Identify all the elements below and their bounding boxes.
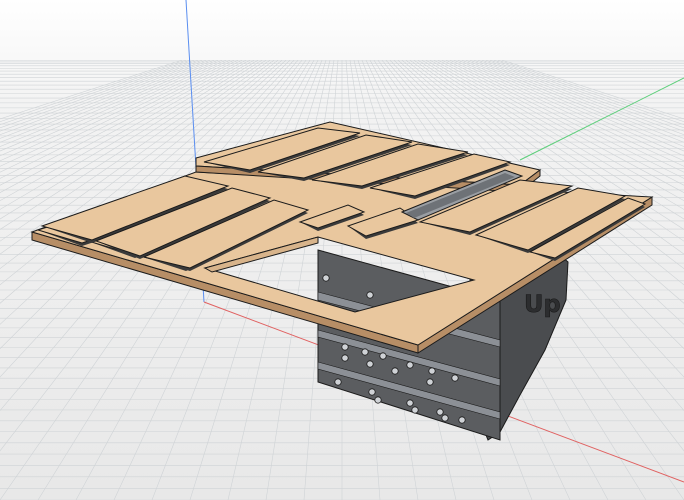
bracket-hole — [334, 378, 342, 386]
bracket-hole — [391, 367, 399, 375]
bracket-hole — [322, 274, 330, 282]
bracket-hole — [341, 343, 349, 351]
grid-line — [0, 60, 191, 126]
bracket-hole — [366, 291, 374, 299]
bracket-hole — [406, 361, 414, 369]
bracket-hole — [361, 348, 369, 356]
bracket-hole — [458, 416, 466, 424]
3d-viewport[interactable]: Up Table top with slats on a bracket (CA… — [0, 0, 684, 500]
bracket-hole — [406, 399, 414, 407]
grid-line — [0, 60, 295, 378]
bracket-hole — [341, 354, 349, 362]
bracket-hole — [426, 378, 434, 386]
grid-line — [0, 60, 187, 123]
bracket-hole — [441, 414, 449, 422]
scene-canvas: Up — [0, 0, 684, 500]
bracket-hole — [368, 388, 376, 396]
grid-line — [0, 60, 307, 500]
bracket-hole — [428, 367, 436, 375]
bracket-hole — [379, 352, 387, 360]
bracket-hole — [411, 406, 419, 414]
bracket-up-label: Up — [524, 290, 561, 318]
bracket-hole — [366, 360, 374, 368]
bracket-hole — [436, 408, 444, 416]
bracket-hole — [451, 374, 459, 382]
grid-line — [0, 60, 195, 129]
bracket-hole — [374, 396, 382, 404]
grid-line — [0, 60, 299, 412]
